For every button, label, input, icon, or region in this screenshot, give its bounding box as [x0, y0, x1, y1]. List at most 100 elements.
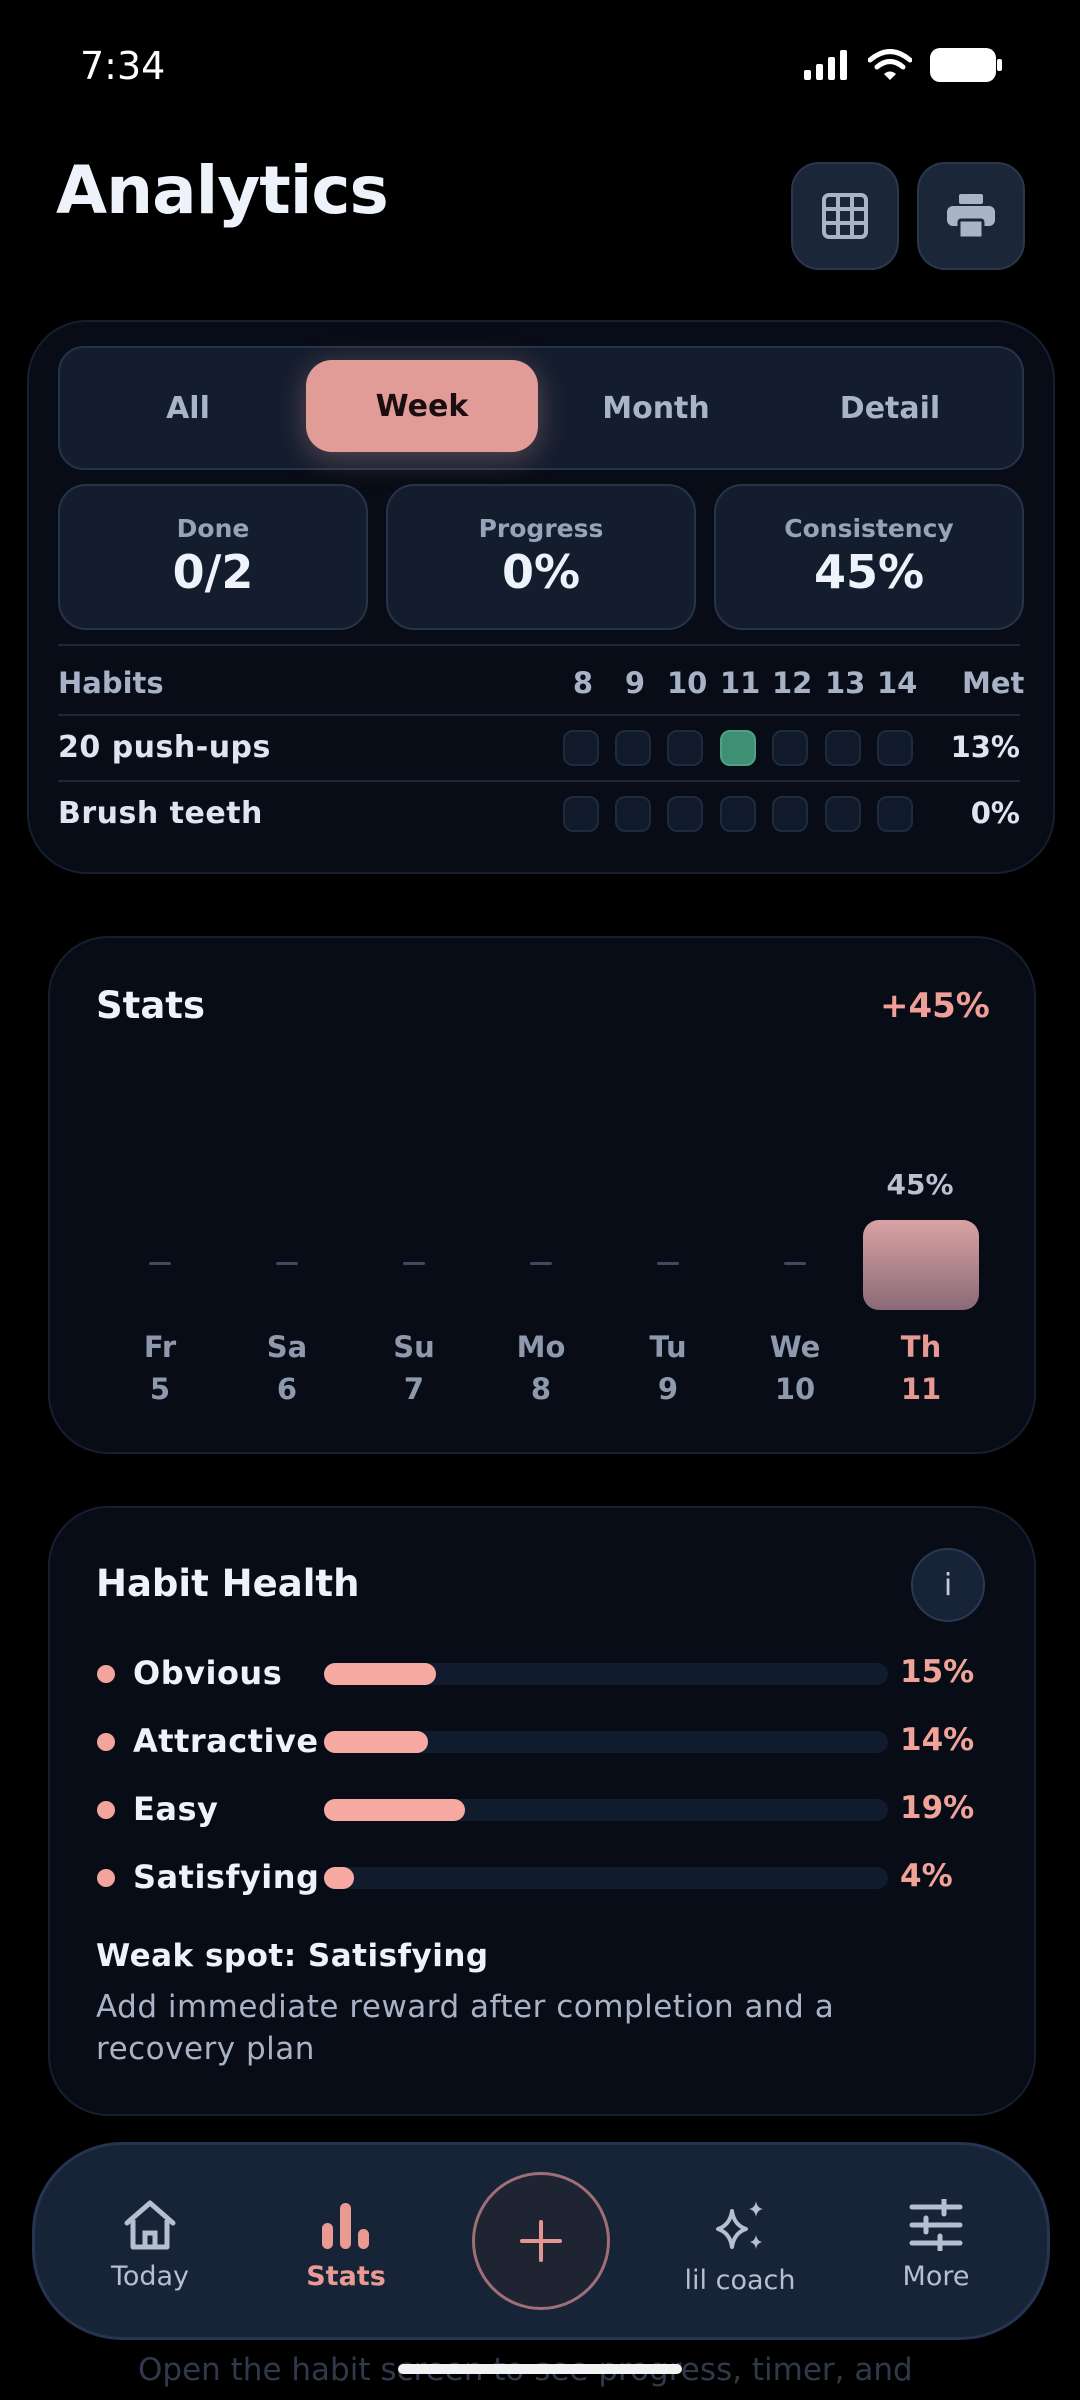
- weak-spot-title: Weak spot: Satisfying: [96, 1938, 489, 1974]
- tab-week[interactable]: Week: [306, 360, 538, 452]
- health-fill: [324, 1731, 429, 1753]
- day-cell[interactable]: [825, 730, 861, 766]
- day-label: Sa 6: [266, 1330, 308, 1406]
- print-button[interactable]: [917, 162, 1025, 270]
- day-cell[interactable]: [615, 796, 651, 832]
- bullet-icon: [97, 1665, 115, 1683]
- metric-label: Consistency: [784, 514, 954, 543]
- divider: [58, 644, 1020, 646]
- nav-label: More: [902, 2261, 970, 2292]
- nav-today[interactable]: Today: [70, 2199, 230, 2292]
- health-percent: 4%: [900, 1858, 953, 1894]
- day-cell[interactable]: [667, 730, 703, 766]
- tab-all[interactable]: All: [72, 362, 304, 454]
- bullet-icon: [97, 1869, 115, 1887]
- health-track: [324, 1663, 888, 1685]
- day-header: 12: [772, 666, 813, 700]
- day-header: 14: [877, 666, 918, 700]
- day-header: 10: [667, 666, 708, 700]
- wifi-icon: [868, 49, 912, 80]
- bar-chart-icon: [322, 2203, 369, 2249]
- stats-title: Stats: [96, 984, 206, 1027]
- grid-view-button[interactable]: [791, 162, 899, 270]
- health-track: [324, 1867, 888, 1889]
- tab-detail[interactable]: Detail: [774, 362, 1006, 454]
- health-item-name: Easy: [133, 1790, 219, 1828]
- met-percent: 0%: [970, 796, 1020, 830]
- health-fill: [324, 1663, 436, 1685]
- habit-name[interactable]: 20 push-ups: [58, 730, 271, 765]
- empty-day-marker: [403, 1262, 425, 1265]
- printer-icon: [947, 194, 995, 238]
- sparkles-icon: [716, 2201, 763, 2249]
- health-fill: [324, 1867, 354, 1889]
- divider: [58, 714, 1020, 716]
- health-percent: 14%: [900, 1722, 975, 1758]
- day-cell-done[interactable]: [720, 730, 756, 766]
- nav-label: Stats: [306, 2261, 386, 2292]
- metric-label: Done: [176, 514, 250, 543]
- metric-consistency: Consistency 45%: [714, 484, 1024, 630]
- health-item-name: Satisfying: [133, 1858, 320, 1896]
- day-header: 11: [720, 666, 761, 700]
- tab-month[interactable]: Month: [540, 362, 772, 454]
- home-indicator: [398, 2364, 682, 2374]
- day-label: Tu 9: [649, 1330, 687, 1406]
- nav-stats[interactable]: Stats: [266, 2199, 426, 2292]
- bar-value-label: 45%: [886, 1168, 954, 1201]
- metric-value: 0%: [501, 545, 581, 599]
- empty-day-marker: [276, 1262, 298, 1265]
- day-cell[interactable]: [720, 796, 756, 832]
- nav-lil-coach[interactable]: lil coach: [660, 2199, 820, 2296]
- page-title: Analytics: [56, 152, 389, 229]
- sliders-icon: [909, 2197, 963, 2253]
- day-cell[interactable]: [667, 796, 703, 832]
- met-column-header: Met: [962, 666, 1025, 700]
- stats-delta: +45%: [880, 986, 990, 1026]
- day-cell[interactable]: [563, 796, 599, 832]
- day-cell[interactable]: [877, 730, 913, 766]
- day-bar-th[interactable]: [863, 1220, 979, 1310]
- nav-label: lil coach: [684, 2265, 796, 2296]
- nav-more[interactable]: More: [856, 2197, 1016, 2292]
- weak-spot-advice: Add immediate reward after completion an…: [96, 1989, 835, 2067]
- habit-name[interactable]: Brush teeth: [58, 796, 263, 831]
- day-cell[interactable]: [772, 796, 808, 832]
- habit-health-title: Habit Health: [96, 1562, 360, 1605]
- day-label: We 10: [769, 1330, 821, 1406]
- health-track: [324, 1731, 888, 1753]
- empty-day-marker: [530, 1262, 552, 1265]
- metric-value: 0/2: [172, 545, 254, 599]
- day-label: Mo 8: [516, 1330, 566, 1406]
- metric-progress: Progress 0%: [386, 484, 696, 630]
- habits-column-header: Habits: [58, 666, 164, 700]
- day-cell[interactable]: [877, 796, 913, 832]
- day-cell[interactable]: [772, 730, 808, 766]
- met-percent: 13%: [950, 730, 1020, 764]
- day-cell[interactable]: [615, 730, 651, 766]
- day-label-today: Th 11: [900, 1330, 942, 1406]
- nav-label: Today: [110, 2261, 190, 2292]
- day-header: 8: [572, 666, 594, 700]
- empty-day-marker: [784, 1262, 806, 1265]
- health-fill: [324, 1799, 466, 1821]
- home-icon: [124, 2200, 176, 2250]
- health-percent: 15%: [900, 1654, 975, 1690]
- day-cell[interactable]: [563, 730, 599, 766]
- health-percent: 19%: [900, 1790, 975, 1826]
- day-cell[interactable]: [825, 796, 861, 832]
- add-habit-button[interactable]: [472, 2172, 610, 2310]
- info-button[interactable]: i: [911, 1548, 985, 1622]
- bullet-icon: [97, 1801, 115, 1819]
- empty-day-marker: [657, 1262, 679, 1265]
- grid-icon: [822, 193, 868, 239]
- battery-icon: [930, 48, 1002, 82]
- health-item-name: Obvious: [133, 1654, 283, 1692]
- day-label: Su 7: [393, 1330, 435, 1406]
- day-label: Fr 5: [143, 1330, 177, 1406]
- health-item-name: Attractive: [133, 1722, 319, 1760]
- divider: [58, 780, 1020, 782]
- empty-day-marker: [149, 1262, 171, 1265]
- metric-value: 45%: [813, 545, 925, 599]
- status-icons: [804, 48, 1002, 82]
